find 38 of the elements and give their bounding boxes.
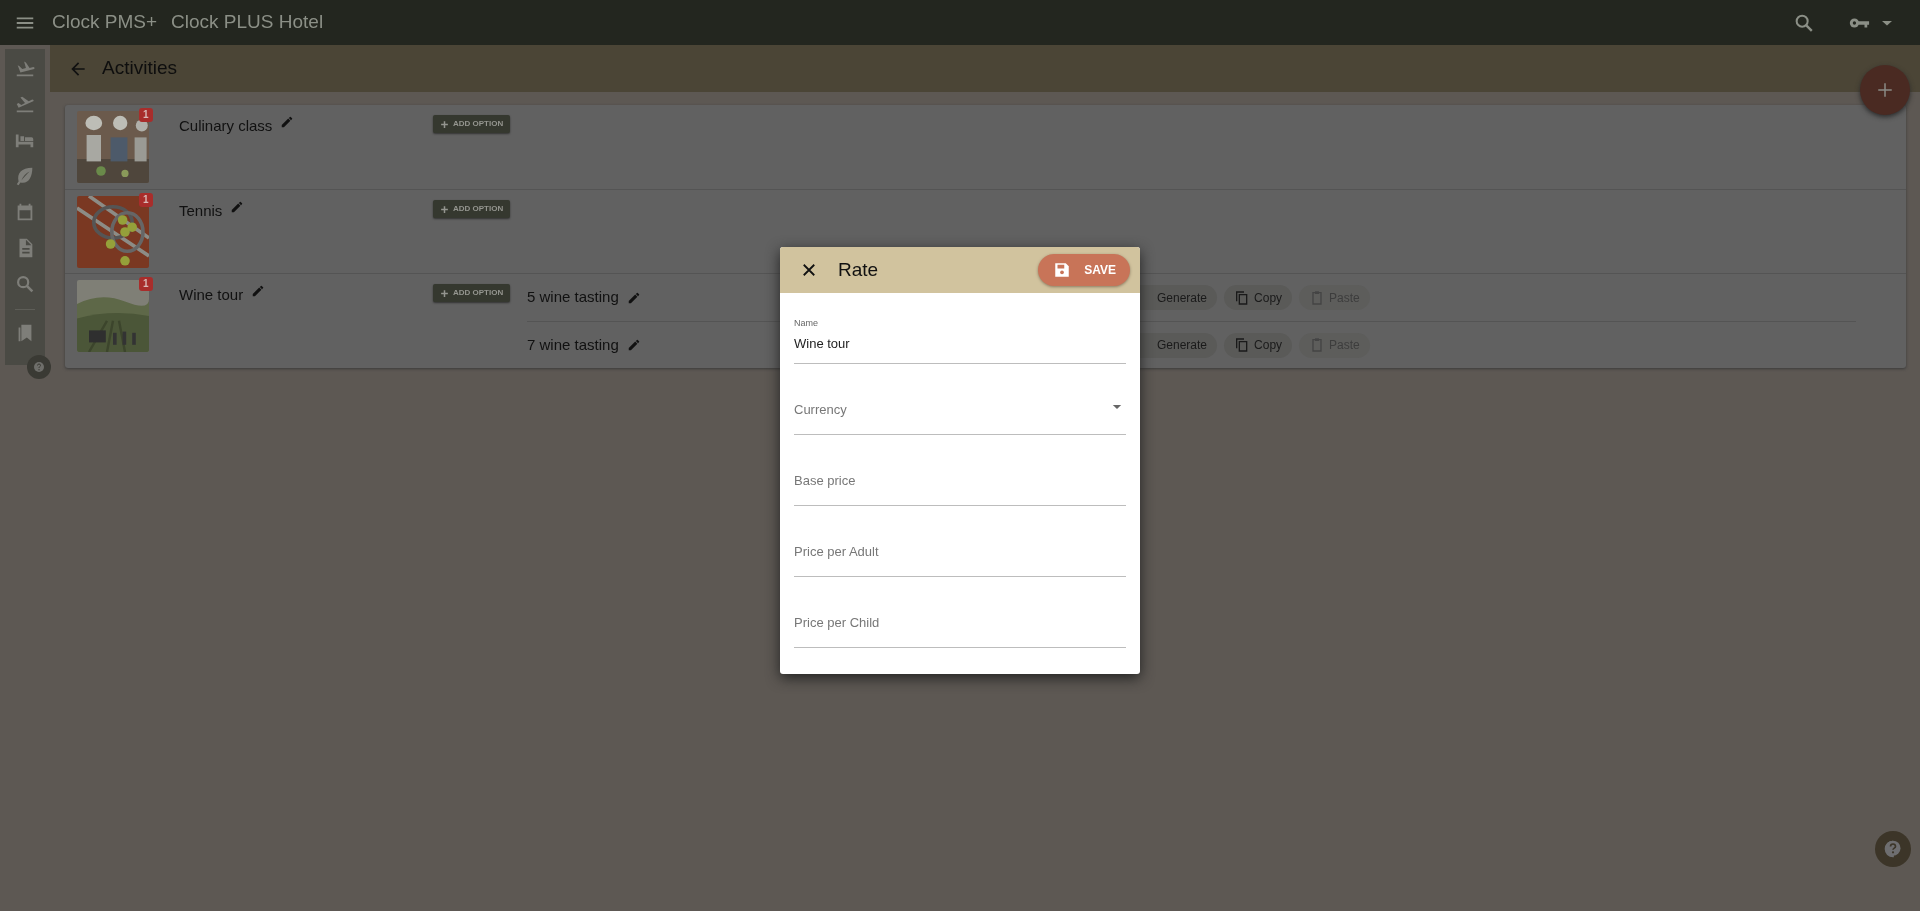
plus-icon — [440, 204, 449, 214]
count-badge: 1 — [139, 277, 153, 291]
pencil-icon[interactable] — [626, 338, 641, 352]
input-field[interactable]: Price per Adult — [794, 541, 1126, 561]
copy-button[interactable]: Copy — [1224, 285, 1293, 310]
count-badge: 1 — [139, 193, 153, 207]
field-label: Name — [794, 317, 819, 330]
input-field[interactable]: Base price — [794, 470, 1126, 490]
activity-name: Tennis — [179, 201, 223, 221]
activity-name: Culinary class — [179, 116, 273, 136]
dialog-title: Rate — [838, 257, 880, 282]
pencil-icon[interactable] — [626, 290, 641, 305]
option-name: 7 wine tasting — [527, 334, 619, 355]
option-name: 5 wine tasting — [527, 287, 619, 308]
count-badge: 1 — [139, 108, 153, 122]
help-button[interactable] — [27, 355, 51, 379]
plus-icon — [1876, 81, 1894, 99]
pencil-icon[interactable] — [230, 200, 245, 214]
pencil-icon[interactable] — [280, 115, 295, 129]
hotel-name: Clock PLUS Hotel — [171, 10, 324, 35]
search-icon[interactable] — [14, 273, 36, 295]
copy-button[interactable]: Copy — [1224, 332, 1293, 358]
activity-name: Wine tour — [179, 285, 244, 305]
app-name: Clock PMS+ — [52, 10, 158, 35]
plus-icon — [440, 288, 449, 298]
close-icon[interactable] — [800, 261, 818, 279]
add-option-button[interactable]: ADD OPTION — [433, 115, 511, 133]
help-button[interactable] — [1875, 831, 1911, 867]
currency-select[interactable]: Currency — [794, 399, 1126, 419]
add-option-button[interactable]: ADD OPTION — [433, 284, 511, 302]
plus-icon — [440, 119, 449, 129]
save-button[interactable]: SAVE — [1038, 254, 1130, 286]
add-option-button[interactable]: ADD OPTION — [433, 200, 511, 218]
pencil-icon[interactable] — [251, 284, 266, 298]
page-title: Activities — [102, 56, 177, 81]
input-field[interactable]: Price per Child — [794, 612, 1126, 632]
input-field[interactable]: Wine tour — [794, 333, 1126, 353]
help-icon — [1883, 839, 1903, 859]
